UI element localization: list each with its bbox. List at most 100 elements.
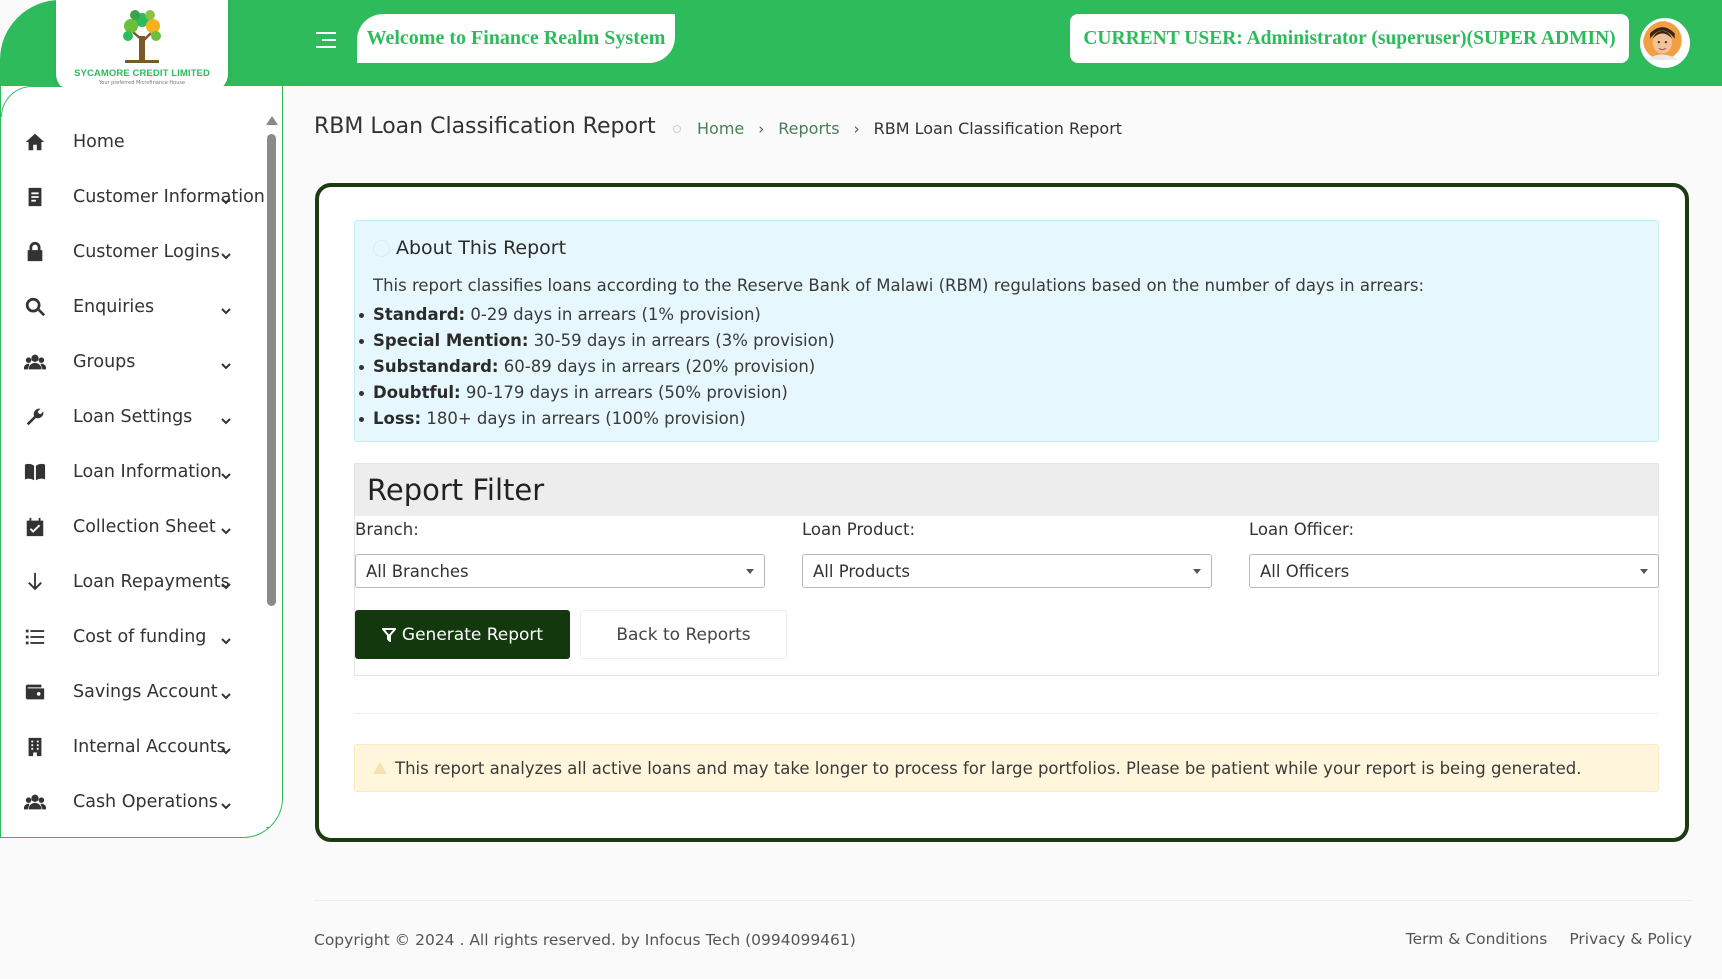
sidebar: Home Customer Information Customer Login… bbox=[0, 86, 283, 838]
about-title: About This Report bbox=[396, 237, 567, 259]
top-bar: SYCAMORE CREDIT LIMITED Your preferred M… bbox=[0, 0, 1722, 92]
chevron-down-icon bbox=[221, 796, 231, 810]
book-icon bbox=[23, 460, 47, 484]
filter-title: Report Filter bbox=[367, 473, 545, 507]
company-logo[interactable]: SYCAMORE CREDIT LIMITED Your preferred M… bbox=[56, 0, 228, 92]
terms-link[interactable]: Term & Conditions bbox=[1406, 930, 1548, 948]
about-intro: This report classifies loans according t… bbox=[373, 276, 1425, 295]
caret-down-icon bbox=[1640, 569, 1648, 574]
sidebar-item-collection-sheet[interactable]: Collection Sheet bbox=[1, 502, 263, 552]
users-icon bbox=[23, 790, 47, 814]
chevron-down-icon bbox=[221, 246, 231, 260]
wrench-icon bbox=[23, 405, 47, 429]
sidebar-item-label: Cash Operations bbox=[73, 792, 218, 812]
breadcrumb-home-link[interactable]: Home bbox=[697, 119, 744, 138]
sidebar-item-loan-settings[interactable]: Loan Settings bbox=[1, 392, 263, 442]
tree-logo-icon bbox=[123, 10, 161, 63]
processing-warning: This report analyzes all active loans an… bbox=[354, 744, 1659, 792]
copyright-text: Copyright © 2024 . All rights reserved. … bbox=[314, 931, 856, 949]
chevron-down-icon bbox=[221, 576, 231, 590]
list-item: Loss: 180+ days in arrears (100% provisi… bbox=[359, 406, 835, 432]
chevron-down-icon bbox=[221, 686, 231, 700]
chevron-down-icon bbox=[221, 521, 231, 535]
about-report-panel: About This Report This report classifies… bbox=[354, 220, 1659, 442]
chevron-down-icon bbox=[221, 741, 231, 755]
sidebar-item-groups[interactable]: Groups bbox=[1, 337, 263, 387]
report-card: About This Report This report classifies… bbox=[315, 183, 1689, 842]
sidebar-item-label: Enquiries bbox=[73, 297, 155, 317]
breadcrumb: Home › Reports › RBM Loan Classification… bbox=[673, 119, 1122, 138]
sidebar-item-customer-logins[interactable]: Customer Logins bbox=[1, 227, 263, 277]
sidebar-item-label: Loan Settings bbox=[73, 407, 193, 427]
lock-icon bbox=[23, 240, 47, 264]
current-user-badge: CURRENT USER: Administrator (superuser)(… bbox=[1070, 14, 1629, 63]
list-item: Special Mention: 30-59 days in arrears (… bbox=[359, 328, 835, 354]
wallet-icon bbox=[23, 680, 47, 704]
calendar-check-icon bbox=[23, 515, 47, 539]
chevron-down-icon bbox=[221, 191, 231, 205]
breadcrumb-reports-link[interactable]: Reports bbox=[778, 119, 839, 138]
report-filter-panel: Report Filter Branch: All Branches Loan … bbox=[354, 463, 1659, 676]
document-icon bbox=[23, 185, 47, 209]
loan-officer-select[interactable]: All Officers bbox=[1249, 554, 1659, 588]
loan-product-label: Loan Product: bbox=[802, 520, 916, 539]
users-icon bbox=[23, 350, 47, 374]
user-avatar[interactable] bbox=[1640, 18, 1690, 68]
loan-officer-label: Loan Officer: bbox=[1249, 520, 1355, 539]
sidebar-item-label: Customer Information bbox=[73, 187, 265, 207]
scroll-up-icon[interactable] bbox=[266, 116, 278, 125]
sidebar-item-label: Savings Account bbox=[73, 682, 218, 702]
breadcrumb-current: RBM Loan Classification Report bbox=[873, 119, 1123, 138]
sidebar-item-home[interactable]: Home bbox=[1, 117, 263, 167]
about-header: About This Report bbox=[373, 237, 566, 259]
generate-report-label: Generate Report bbox=[401, 624, 544, 645]
sidebar-item-label: Internal Accounts bbox=[73, 737, 226, 757]
home-icon bbox=[23, 130, 47, 154]
section-divider bbox=[354, 713, 1659, 714]
filter-icon bbox=[381, 627, 396, 642]
sidebar-item-cost-of-funding[interactable]: Cost of funding bbox=[1, 612, 263, 662]
arrow-down-icon bbox=[23, 570, 47, 594]
breadcrumb-separator-icon: › bbox=[758, 119, 765, 138]
chevron-down-icon bbox=[221, 411, 231, 425]
search-icon bbox=[23, 295, 47, 319]
sidebar-scrollbar[interactable] bbox=[263, 116, 279, 836]
welcome-banner: Welcome to Finance Realm System bbox=[357, 14, 675, 63]
loan-product-select-value: All Products bbox=[813, 561, 910, 581]
classification-list: Standard: 0-29 days in arrears (1% provi… bbox=[359, 302, 835, 432]
sidebar-item-customer-information[interactable]: Customer Information bbox=[1, 172, 265, 222]
caret-down-icon bbox=[746, 569, 754, 574]
sidebar-item-loan-repayments[interactable]: Loan Repayments bbox=[1, 557, 263, 607]
scroll-thumb[interactable] bbox=[267, 134, 276, 606]
footer-divider bbox=[314, 900, 1692, 901]
sidebar-item-internal-accounts[interactable]: Internal Accounts bbox=[1, 722, 263, 772]
scroll-down-icon[interactable] bbox=[266, 827, 278, 836]
privacy-link[interactable]: Privacy & Policy bbox=[1569, 930, 1692, 948]
chevron-down-icon bbox=[221, 356, 231, 370]
info-circle-icon bbox=[373, 239, 390, 257]
list-item: Standard: 0-29 days in arrears (1% provi… bbox=[359, 302, 835, 328]
sidebar-item-savings-account[interactable]: Savings Account bbox=[1, 667, 263, 717]
sidebar-item-label: Collection Sheet bbox=[73, 517, 216, 537]
building-icon bbox=[23, 735, 47, 759]
logo-title: SYCAMORE CREDIT LIMITED bbox=[74, 68, 210, 79]
sidebar-item-loan-information[interactable]: Loan Information bbox=[1, 447, 263, 497]
generate-report-button[interactable]: Generate Report bbox=[355, 610, 570, 659]
branch-select[interactable]: All Branches bbox=[355, 554, 765, 588]
chevron-down-icon bbox=[221, 301, 231, 315]
caret-down-icon bbox=[1193, 569, 1201, 574]
menu-toggle-icon[interactable] bbox=[316, 32, 340, 52]
sidebar-item-label: Customer Logins bbox=[73, 242, 220, 262]
breadcrumb-separator-icon: › bbox=[853, 119, 860, 138]
sidebar-item-enquiries[interactable]: Enquiries bbox=[1, 282, 263, 332]
loan-product-select[interactable]: All Products bbox=[802, 554, 1212, 588]
sidebar-item-label: Loan Information bbox=[73, 462, 222, 482]
back-to-reports-button[interactable]: Back to Reports bbox=[580, 610, 787, 659]
page-title: RBM Loan Classification Report bbox=[314, 114, 656, 139]
sidebar-item-label: Loan Repayments bbox=[73, 572, 230, 592]
welcome-text: Welcome to Finance Realm System bbox=[366, 27, 666, 49]
sidebar-item-cash-operations[interactable]: Cash Operations bbox=[1, 777, 263, 827]
list-item: Substandard: 60-89 days in arrears (20% … bbox=[359, 354, 835, 380]
breadcrumb-dot-icon bbox=[673, 124, 681, 133]
sidebar-item-label: Home bbox=[73, 132, 125, 152]
